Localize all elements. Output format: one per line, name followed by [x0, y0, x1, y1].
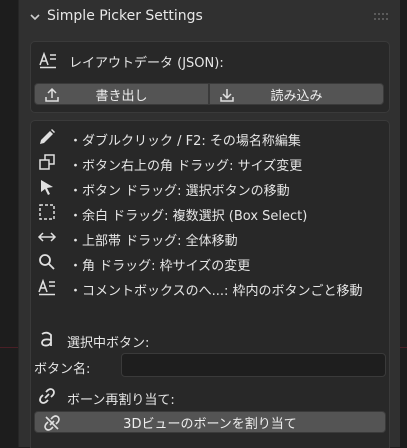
settings-panel: Simple Picker Settings レイアウトデータ (JSON): …	[18, 0, 400, 448]
bone-link-icon	[44, 415, 60, 431]
text-align-icon	[38, 278, 55, 296]
selected-heading: 選択中ボタン:	[67, 336, 150, 351]
help-item: ・ボタン ドラッグ: 選択ボタンの移動	[69, 184, 290, 199]
arrows-horizontal-icon	[37, 232, 57, 242]
box-select-icon	[39, 204, 55, 220]
pencil-icon	[40, 129, 55, 144]
panel-header[interactable]: Simple Picker Settings	[19, 0, 400, 34]
button-name-label: ボタン名:	[34, 362, 91, 377]
layout-data-heading: レイアウトデータ (JSON):	[69, 56, 224, 71]
help-item: ・上部帯 ドラッグ: 全体移動	[69, 234, 238, 249]
help-item: ・ダブルクリック / F2: その場名称編集	[69, 134, 301, 149]
bone-heading: ボーン再割り当て:	[67, 393, 175, 408]
drag-grip-icon[interactable]	[374, 13, 388, 21]
help-item: ・余白 ドラッグ: 複数選択 (Box Select)	[69, 209, 308, 224]
chevron-down-icon[interactable]	[29, 11, 41, 23]
export-button[interactable]: 書き出し	[34, 83, 209, 105]
layout-data-box: レイアウトデータ (JSON): 書き出し 読み込み	[30, 41, 390, 113]
letter-a-icon	[41, 331, 52, 347]
help-box: ・ダブルクリック / F2: その場名称編集 ・ボタン右上の角 ドラッグ: サイ…	[30, 120, 390, 448]
link-icon	[39, 388, 55, 404]
button-name-field[interactable]	[121, 353, 386, 377]
magnifier-icon	[39, 254, 55, 270]
help-item: ・ボタン右上の角 ドラッグ: サイズ変更	[69, 159, 303, 174]
text-align-icon	[39, 51, 56, 69]
import-label: 読み込み	[270, 88, 323, 104]
import-button[interactable]: 読み込み	[209, 83, 384, 105]
export-label: 書き出し	[95, 88, 148, 104]
import-icon	[220, 89, 234, 102]
export-icon	[45, 87, 59, 102]
assign-bone-label: 3Dビューのボーンを割り当て	[123, 416, 297, 432]
panel-title: Simple Picker Settings	[47, 8, 203, 24]
help-item: ・角 ドラッグ: 枠サイズの変更	[69, 259, 251, 274]
cursor-icon	[41, 180, 53, 195]
resize-icon	[39, 154, 55, 170]
assign-bone-button[interactable]: 3Dビューのボーンを割り当て	[34, 411, 386, 433]
help-item: ・コメントボックスのへ...: 枠内のボタンごと移動	[69, 284, 363, 299]
